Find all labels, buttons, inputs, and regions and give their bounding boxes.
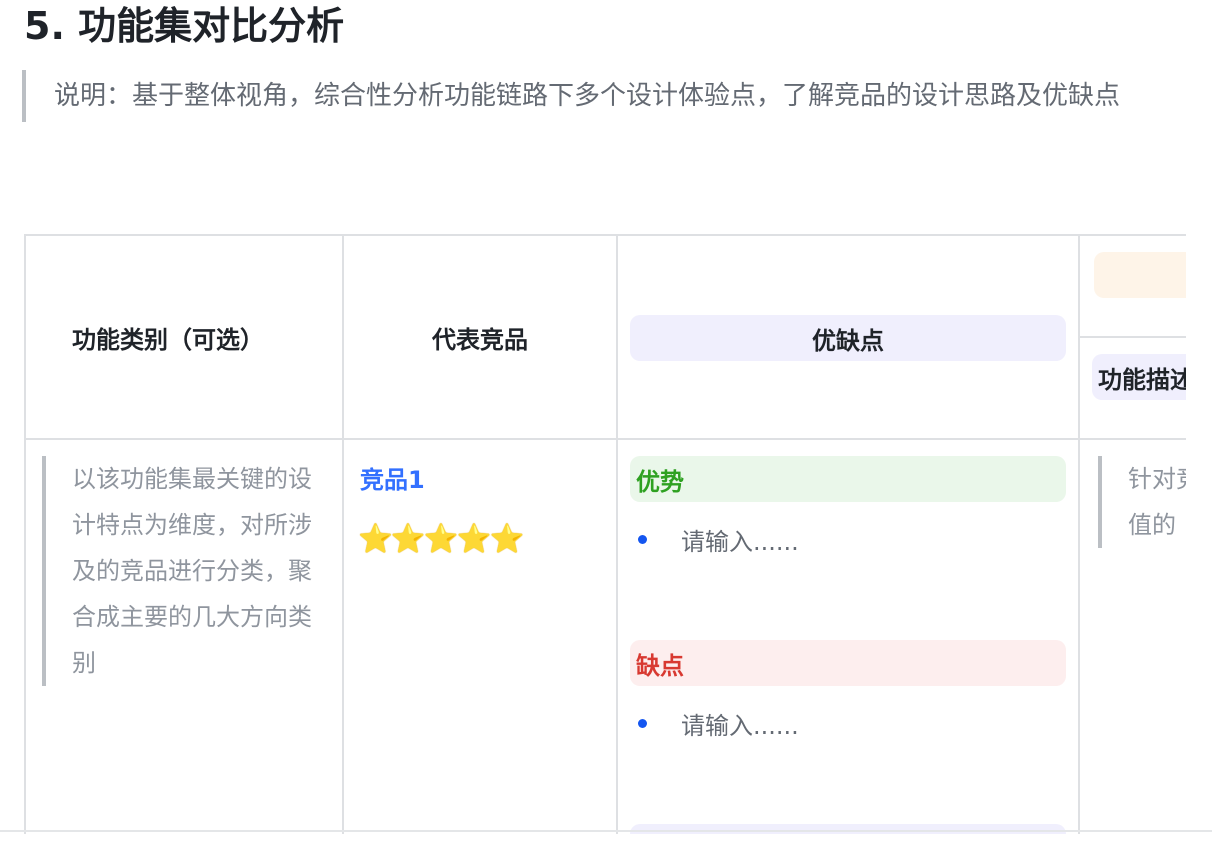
pros-label[interactable]: 优势 [630, 456, 1066, 502]
pros-item-text[interactable]: 请输入...... [681, 522, 799, 557]
bullet-dot-icon [638, 535, 647, 544]
group-header-pill[interactable] [1094, 252, 1186, 298]
header-category[interactable]: 功能类别（可选） [26, 236, 342, 438]
section-heading: 5. 功能集对比分析 [24, 4, 345, 48]
next-section-pill[interactable] [630, 824, 1066, 834]
bullet-dot-icon [638, 719, 647, 728]
column-competitor: 代表竞品 竞品1 ⭐⭐⭐⭐⭐ [344, 236, 618, 834]
bottom-divider [0, 830, 1212, 832]
description-hint-quote[interactable]: 针对竞品进行重点价值的 [1098, 456, 1186, 548]
star-rating[interactable]: ⭐⭐⭐⭐⭐ [358, 522, 524, 555]
pros-list-item[interactable]: 请输入...... [638, 522, 799, 557]
header-pros-cons[interactable]: 优缺点 [630, 315, 1066, 361]
column-pros-cons: 优缺点 优势 请输入...... 缺点 请输入...... [618, 236, 1080, 834]
header-description[interactable]: 功能描述 [1092, 354, 1186, 400]
description-quote: 说明：基于整体视角，综合性分析功能链路下多个设计体验点，了解竞品的设计思路及优缺… [22, 70, 1192, 122]
document-page: 5. 功能集对比分析 说明：基于整体视角，综合性分析功能链路下多个设计体验点，了… [0, 0, 1212, 846]
category-hint-quote[interactable]: 以该功能集最关键的设计特点为维度，对所涉及的竞品进行分类，聚合成主要的几大方向类… [42, 456, 326, 686]
cons-label[interactable]: 缺点 [630, 640, 1066, 686]
cons-list-item[interactable]: 请输入...... [638, 706, 799, 741]
column-category: 功能类别（可选） 以该功能集最关键的设计特点为维度，对所涉及的竞品进行分类，聚合… [26, 236, 344, 834]
header-competitor[interactable]: 代表竞品 [344, 236, 616, 438]
cons-item-text[interactable]: 请输入...... [681, 706, 799, 741]
group-header-divider [1080, 336, 1186, 338]
comparison-table: 功能类别（可选） 以该功能集最关键的设计特点为维度，对所涉及的竞品进行分类，聚合… [24, 234, 1186, 834]
competitor-link[interactable]: 竞品1 [360, 460, 425, 495]
column-description: 功能描述 针对竞品进行重点价值的 [1080, 236, 1186, 834]
